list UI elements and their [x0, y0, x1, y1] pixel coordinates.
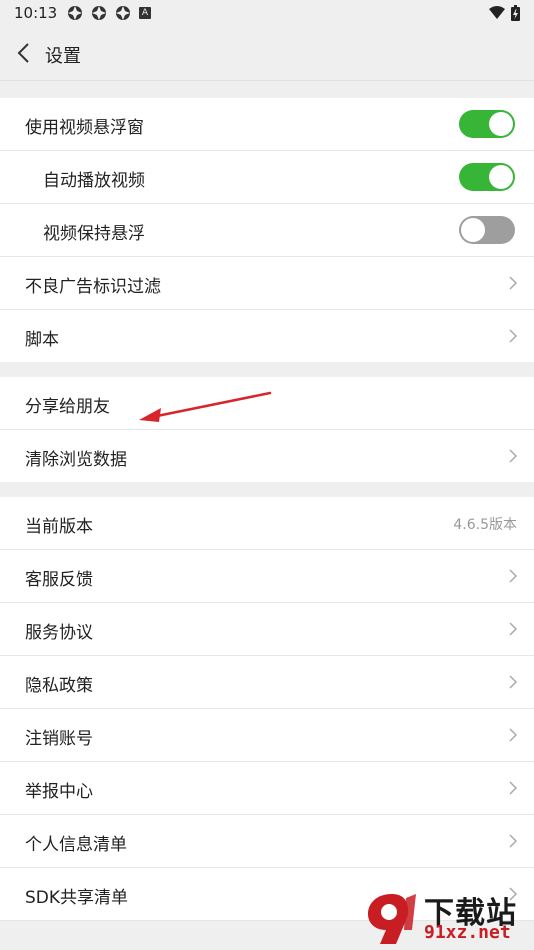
section-spacer: [0, 81, 534, 98]
setting-label: 自动播放视频: [43, 171, 145, 191]
setting-label: 清除浏览数据: [25, 450, 127, 470]
setting-row-version: 当前版本 4.6.5版本: [0, 497, 534, 550]
setting-label: 隐私政策: [25, 676, 93, 696]
setting-row-service-agreement[interactable]: 服务协议: [0, 603, 534, 656]
chevron-right-icon: [509, 622, 518, 636]
setting-label: 服务协议: [25, 623, 93, 643]
version-value: 4.6.5版本: [453, 517, 517, 533]
setting-row-floating-video[interactable]: 使用视频悬浮窗: [0, 98, 534, 151]
keep-floating-toggle[interactable]: [459, 216, 515, 244]
back-arrow-icon[interactable]: [14, 41, 34, 65]
setting-row-clear-data[interactable]: 清除浏览数据: [0, 430, 534, 482]
setting-label: 视频保持悬浮: [43, 224, 145, 244]
chevron-right-icon: [509, 834, 518, 848]
setting-label: 当前版本: [25, 517, 93, 537]
site-watermark: 下载站 91xz.net: [362, 888, 530, 948]
battery-icon: [511, 5, 520, 21]
setting-row-personal-info-list[interactable]: 个人信息清单: [0, 815, 534, 868]
app-notification-icon: [92, 6, 106, 20]
chevron-right-icon: [509, 276, 518, 290]
setting-row-privacy-policy[interactable]: 隐私政策: [0, 656, 534, 709]
setting-label: 使用视频悬浮窗: [25, 118, 144, 138]
setting-row-delete-account[interactable]: 注销账号: [0, 709, 534, 762]
toggle-knob: [489, 165, 513, 189]
section-spacer: [0, 362, 534, 377]
setting-row-keep-floating[interactable]: 视频保持悬浮: [0, 204, 534, 257]
setting-label: 注销账号: [25, 729, 93, 749]
chevron-right-icon: [509, 781, 518, 795]
chevron-right-icon: [509, 675, 518, 689]
watermark-url: 91xz.net: [424, 922, 511, 943]
section-spacer: [0, 482, 534, 497]
annotation-arrow-icon: [139, 391, 272, 422]
setting-label: 不良广告标识过滤: [25, 277, 161, 297]
page-title: 设置: [45, 46, 81, 67]
a-notification-icon: A: [139, 7, 151, 19]
wifi-icon: [489, 6, 505, 19]
setting-label: 客服反馈: [25, 570, 93, 590]
setting-label: SDK共享清单: [25, 888, 129, 908]
app-notification-icon: [116, 6, 130, 20]
settings-section-3: 当前版本 4.6.5版本 客服反馈 服务协议 隐私政策 注销账号 举报中心 个人…: [0, 497, 534, 921]
setting-row-report-center[interactable]: 举报中心: [0, 762, 534, 815]
setting-label: 举报中心: [25, 782, 93, 802]
chevron-right-icon: [509, 329, 518, 343]
setting-row-autoplay-video[interactable]: 自动播放视频: [0, 151, 534, 204]
setting-label: 脚本: [25, 330, 59, 350]
toggle-knob: [461, 218, 485, 242]
setting-label: 个人信息清单: [25, 835, 127, 855]
status-bar: 10:13 A: [0, 0, 534, 27]
chevron-right-icon: [509, 728, 518, 742]
setting-row-script[interactable]: 脚本: [0, 310, 534, 362]
autoplay-video-toggle[interactable]: [459, 163, 515, 191]
chevron-right-icon: [509, 569, 518, 583]
chevron-right-icon: [509, 449, 518, 463]
app-notification-icon: [68, 6, 82, 20]
setting-label: 分享给朋友: [25, 397, 110, 417]
app-bar: 设置: [0, 27, 534, 81]
setting-row-ad-filter[interactable]: 不良广告标识过滤: [0, 257, 534, 310]
toggle-knob: [489, 112, 513, 136]
status-time: 10:13: [14, 4, 58, 22]
settings-section-1: 使用视频悬浮窗 自动播放视频 视频保持悬浮 不良广告标识过滤 脚本: [0, 98, 534, 362]
watermark-logo-icon: [368, 894, 416, 944]
floating-video-toggle[interactable]: [459, 110, 515, 138]
setting-row-feedback[interactable]: 客服反馈: [0, 550, 534, 603]
